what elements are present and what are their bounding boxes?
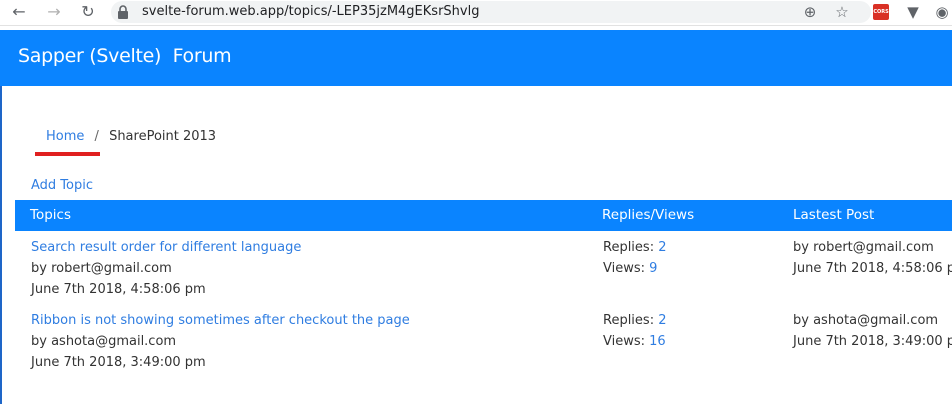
reload-icon[interactable]: ↻ xyxy=(78,2,98,22)
browser-toolbar: ← → ↻ svelte-forum.web.app/topics/-LEP35… xyxy=(0,0,952,26)
column-header-latest-post: Lastest Post xyxy=(793,207,875,223)
latest-post-date: June 7th 2018, 3:49:00 pm xyxy=(793,334,952,349)
column-header-replies-views: Replies/Views xyxy=(602,207,695,223)
breadcrumb-current: SharePoint 2013 xyxy=(109,129,217,144)
topic-author: by robert@gmail.com xyxy=(31,261,172,276)
home-highlight-underline xyxy=(35,152,100,156)
column-header-topics: Topics xyxy=(30,207,71,223)
breadcrumb-home-link[interactable]: Home xyxy=(46,129,84,144)
topic-date: June 7th 2018, 4:58:06 pm xyxy=(31,282,206,297)
latest-post-author: by ashota@gmail.com xyxy=(793,313,939,328)
replies-value[interactable]: 2 xyxy=(658,313,666,328)
replies-count: Replies: 2 xyxy=(603,240,667,255)
forward-arrow-icon[interactable]: → xyxy=(44,2,64,22)
views-count: Views: 16 xyxy=(603,334,666,349)
views-count: Views: 9 xyxy=(603,261,658,276)
views-value[interactable]: 16 xyxy=(649,334,666,349)
topic-title-link[interactable]: Ribbon is not showing sometimes after ch… xyxy=(31,310,410,331)
extension-round-icon[interactable]: ◉ xyxy=(932,3,952,21)
add-circle-icon[interactable]: ⊕ xyxy=(800,3,820,21)
topic-title-link[interactable]: Search result order for different langua… xyxy=(31,237,301,258)
url-text[interactable]: svelte-forum.web.app/topics/-LEP35jzM4gE… xyxy=(142,4,479,19)
lock-icon xyxy=(118,5,128,19)
replies-count: Replies: 2 xyxy=(603,313,667,328)
topics-table-header: Topics Replies/Views Lastest Post xyxy=(15,200,952,231)
latest-post-author: by robert@gmail.com xyxy=(793,240,934,255)
back-arrow-icon[interactable]: ← xyxy=(9,2,29,22)
breadcrumb-separator: / xyxy=(94,129,99,144)
page-left-border xyxy=(0,86,2,404)
bookmark-star-icon[interactable]: ☆ xyxy=(832,3,852,21)
cors-extension-icon[interactable]: CORS xyxy=(873,4,889,20)
breadcrumb: Home / SharePoint 2013 xyxy=(46,129,216,144)
replies-value[interactable]: 2 xyxy=(658,240,666,255)
latest-post-date: June 7th 2018, 4:58:06 pm xyxy=(793,261,952,276)
add-topic-link[interactable]: Add Topic xyxy=(31,178,93,193)
extension-v-icon[interactable]: ▼ xyxy=(903,3,923,21)
views-value[interactable]: 9 xyxy=(649,261,657,276)
app-title[interactable]: Sapper (Svelte) Forum xyxy=(18,45,232,67)
app-header: Sapper (Svelte) Forum xyxy=(0,30,952,86)
topic-author: by ashota@gmail.com xyxy=(31,334,177,349)
topic-date: June 7th 2018, 3:49:00 pm xyxy=(31,355,206,370)
